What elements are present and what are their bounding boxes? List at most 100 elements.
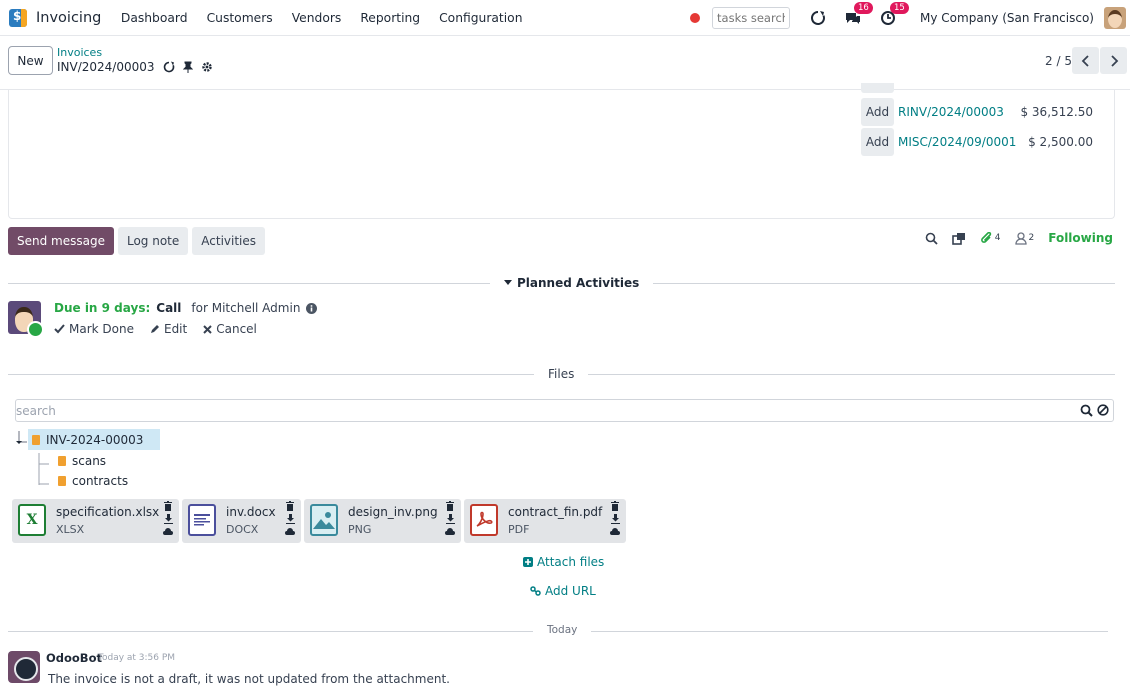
- cloud-icon[interactable]: [445, 527, 455, 535]
- pdf-icon: [470, 504, 498, 536]
- attach-files-button[interactable]: Attach files: [523, 555, 604, 569]
- attachments-counter[interactable]: 4: [980, 231, 1001, 245]
- folder-contracts[interactable]: contracts: [58, 474, 128, 488]
- menu-reporting[interactable]: Reporting: [360, 11, 420, 25]
- search-icon[interactable]: [1080, 404, 1093, 417]
- pager-next-button[interactable]: [1100, 47, 1127, 74]
- credit-reference-link[interactable]: RINV/2024/00003: [898, 105, 1004, 119]
- pin-icon[interactable]: [182, 61, 193, 73]
- file-type: PNG: [348, 523, 372, 536]
- activities-button[interactable]: 15: [880, 2, 909, 26]
- recording-indicator-icon[interactable]: [690, 13, 701, 23]
- files-title: Files: [534, 367, 589, 381]
- refresh-icon[interactable]: [163, 61, 175, 73]
- paperclip-icon: [980, 231, 991, 243]
- cloud-icon[interactable]: [610, 527, 620, 535]
- user-avatar[interactable]: [1104, 7, 1126, 29]
- download-icon[interactable]: [445, 514, 455, 524]
- download-icon[interactable]: [285, 514, 295, 524]
- pager-value[interactable]: 2 / 5: [1045, 54, 1072, 68]
- menu-configuration[interactable]: Configuration: [439, 11, 522, 25]
- mark-done-label: Mark Done: [69, 322, 134, 336]
- planned-activities-toggle[interactable]: Planned Activities: [490, 276, 654, 290]
- file-name: inv.docx: [226, 505, 276, 519]
- link-icon: [530, 586, 541, 596]
- breadcrumb-invoices[interactable]: Invoices: [57, 46, 102, 59]
- main-menu: Dashboard Customers Vendors Reporting Co…: [111, 11, 532, 25]
- file-card[interactable]: contract_fin.pdf PDF: [464, 499, 626, 543]
- planned-activities-title: Planned Activities: [517, 276, 640, 290]
- message-timestamp: Today at 3:56 PM: [98, 653, 176, 663]
- activities-button[interactable]: Activities: [192, 227, 266, 255]
- cloud-icon[interactable]: [163, 527, 173, 535]
- menu-dashboard[interactable]: Dashboard: [121, 11, 188, 25]
- info-icon[interactable]: [306, 302, 318, 314]
- odoobot-avatar[interactable]: [8, 651, 40, 683]
- credit-amount: $ 36,512.50: [1020, 105, 1093, 119]
- control-panel: New Invoices INV/2024/00003 2 / 5: [0, 36, 1130, 90]
- message-author[interactable]: OdooBot: [46, 651, 102, 665]
- excel-icon: X: [18, 504, 46, 536]
- send-message-button[interactable]: Send message: [8, 227, 114, 255]
- add-button-partial[interactable]: [861, 83, 894, 93]
- message-body: The invoice is not a draft, it was not u…: [48, 672, 450, 686]
- file-card[interactable]: design_inv.png PNG: [304, 499, 461, 543]
- new-button[interactable]: New: [8, 46, 53, 75]
- clear-icon[interactable]: [1097, 404, 1109, 416]
- file-name: contract_fin.pdf: [508, 505, 603, 519]
- file-name: specification.xlsx: [56, 505, 160, 519]
- check-icon: [54, 324, 65, 334]
- folder-scans[interactable]: scans: [58, 454, 106, 468]
- folder-icon: [32, 434, 40, 445]
- mark-done-button[interactable]: Mark Done: [54, 322, 134, 336]
- credit-reference-link[interactable]: MISC/2024/09/0001: [898, 135, 1016, 149]
- file-type: DOCX: [226, 523, 259, 536]
- trash-icon[interactable]: [611, 501, 619, 511]
- cloud-icon[interactable]: [285, 527, 295, 535]
- expand-icon[interactable]: [951, 232, 966, 245]
- activity-type: Call: [156, 301, 182, 315]
- attachments-count: 4: [994, 233, 1001, 243]
- download-icon[interactable]: [163, 514, 173, 524]
- cancel-label: Cancel: [216, 322, 257, 336]
- folder-icon: [58, 476, 66, 486]
- add-credit-button[interactable]: Add: [861, 98, 894, 126]
- download-icon[interactable]: [610, 514, 620, 524]
- chevron-left-icon: [1081, 54, 1089, 67]
- trash-icon[interactable]: [446, 501, 454, 511]
- app-name[interactable]: Invoicing: [36, 10, 101, 26]
- folder-icon: [58, 456, 66, 466]
- invoicing-app-icon[interactable]: [9, 8, 27, 27]
- edit-activity-button[interactable]: Edit: [150, 322, 187, 336]
- odoo-bot-button[interactable]: [810, 10, 826, 26]
- search-icon[interactable]: [925, 232, 938, 245]
- cancel-activity-button[interactable]: Cancel: [203, 322, 257, 336]
- trash-icon[interactable]: [164, 501, 172, 511]
- messages-button[interactable]: 16: [844, 2, 873, 26]
- following-button[interactable]: Following: [1048, 231, 1113, 245]
- image-icon: [310, 504, 338, 536]
- activities-badge: 15: [890, 2, 909, 14]
- menu-customers[interactable]: Customers: [207, 11, 273, 25]
- files-search[interactable]: search: [15, 399, 1114, 422]
- phone-icon: [27, 321, 44, 338]
- add-credit-button[interactable]: Add: [861, 128, 894, 156]
- gear-icon[interactable]: [201, 61, 213, 73]
- trash-icon[interactable]: [286, 501, 294, 511]
- plus-square-icon: [523, 557, 533, 567]
- user-icon: [1014, 231, 1027, 245]
- tasks-search-input[interactable]: [712, 7, 791, 29]
- add-url-button[interactable]: Add URL: [530, 584, 596, 598]
- menu-vendors[interactable]: Vendors: [292, 11, 342, 25]
- close-icon: [203, 324, 212, 334]
- log-note-button[interactable]: Log note: [117, 227, 189, 255]
- file-card[interactable]: X specification.xlsx XLSX: [12, 499, 179, 543]
- followers-counter[interactable]: 2: [1014, 231, 1034, 245]
- company-switcher[interactable]: My Company (San Francisco): [920, 11, 1094, 25]
- file-card[interactable]: inv.docx DOCX: [182, 499, 301, 543]
- activity-due-date: Due in 9 days:: [54, 301, 151, 315]
- folder-root[interactable]: INV-2024-00003: [28, 429, 160, 450]
- pager-previous-button[interactable]: [1072, 47, 1099, 74]
- record-title: INV/2024/00003: [57, 60, 155, 74]
- files-search-input[interactable]: search: [16, 404, 56, 418]
